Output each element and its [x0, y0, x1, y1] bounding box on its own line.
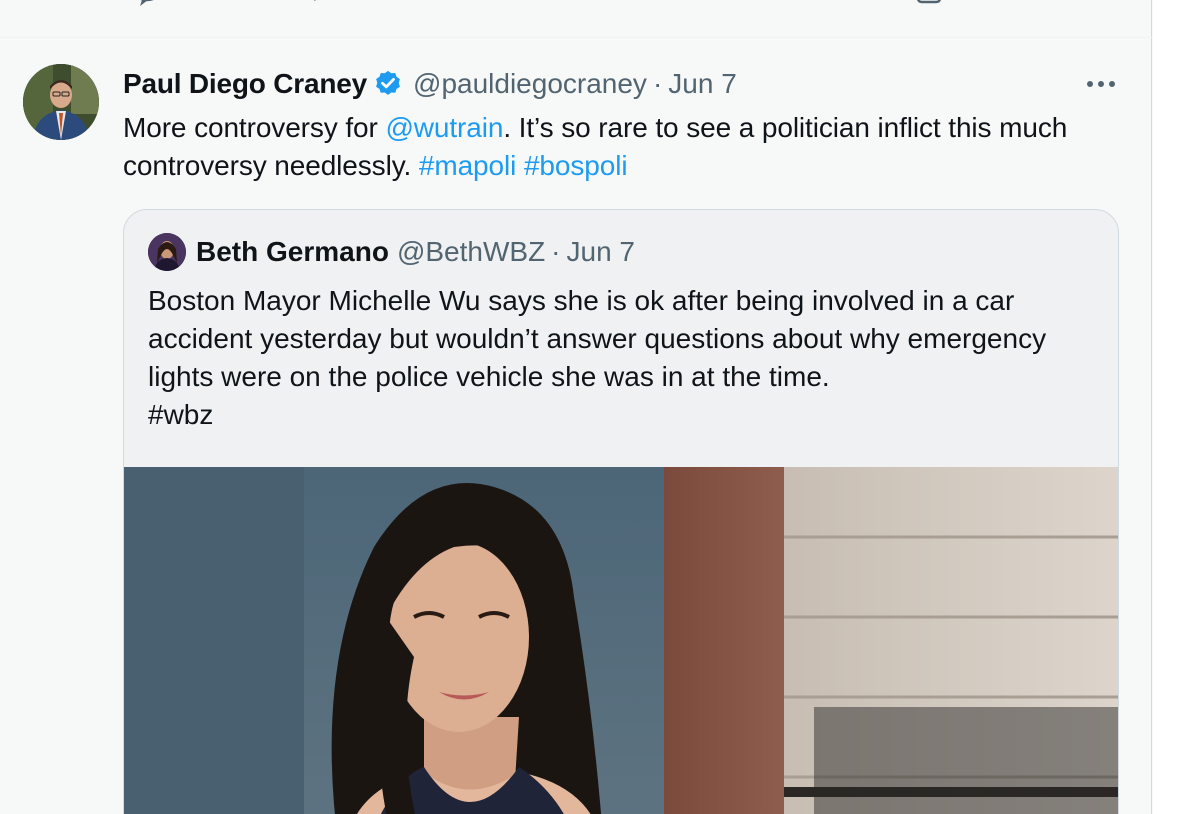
retweet-icon[interactable] [300, 0, 334, 10]
tweet-text-part1: More controversy for [123, 112, 386, 143]
quoted-tweet-photo[interactable] [124, 467, 1118, 814]
quoted-author-avatar [148, 233, 186, 271]
views-icon[interactable] [695, 0, 729, 10]
verified-badge-icon [376, 70, 400, 95]
timeline-column: Paul Diego Craney @pauldiegocraney · Jun… [0, 0, 1152, 814]
quoted-tweet-card[interactable]: Beth Germano @BethWBZ · Jun 7 Boston May… [123, 209, 1119, 814]
quoted-author-handle: @BethWBZ [396, 236, 546, 267]
right-sidebar [1153, 0, 1200, 814]
previous-tweet-action-bar [0, 0, 1152, 38]
author-name[interactable]: Paul Diego Craney [123, 68, 367, 100]
quoted-hashtag-wbz: #wbz [148, 399, 214, 430]
share-icon[interactable] [912, 0, 946, 10]
more-options-icon[interactable] [1084, 71, 1118, 97]
quoted-author-name: Beth Germano [196, 236, 389, 267]
tweet-date[interactable]: Jun 7 [668, 68, 737, 100]
tweet-header: Paul Diego Craney @pauldiegocraney · Jun… [123, 66, 737, 102]
quoted-tweet-header: Beth Germano @BethWBZ · Jun 7 [148, 233, 636, 271]
quoted-separator-dot: · [551, 236, 561, 267]
hashtag-mapoli-link[interactable]: #mapoli [419, 150, 516, 181]
quoted-tweet-text: Boston Mayor Michelle Wu says she is ok … [148, 282, 1098, 434]
separator-dot: · [652, 68, 663, 99]
tweet[interactable]: Paul Diego Craney @pauldiegocraney · Jun… [0, 39, 1152, 814]
quoted-tweet-date: Jun 7 [566, 236, 636, 267]
like-icon[interactable] [500, 0, 534, 10]
author-handle[interactable]: @pauldiegocraney [413, 68, 647, 100]
tweet-text: More controversy for @wutrain. It’s so r… [123, 109, 1113, 185]
mention-link[interactable]: @wutrain [385, 112, 503, 143]
author-avatar[interactable] [23, 64, 99, 140]
hashtag-bospoli-link[interactable]: #bospoli [524, 150, 628, 181]
quoted-tweet-body: Boston Mayor Michelle Wu says she is ok … [148, 285, 1047, 392]
reply-icon[interactable] [130, 0, 164, 10]
hashtag-separator [516, 150, 524, 181]
